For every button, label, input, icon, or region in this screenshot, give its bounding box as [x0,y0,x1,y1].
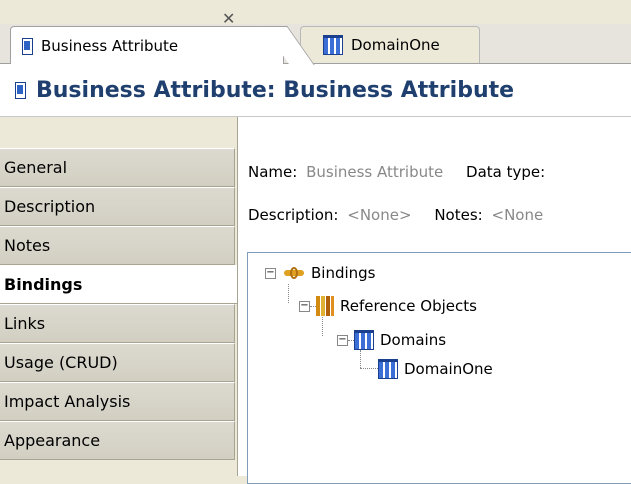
bindings-panel: Name: Business Attribute Data type: Desc… [237,117,631,484]
books-icon [316,296,334,316]
collapse-icon[interactable]: − [299,300,310,312]
tree-node-label: Bindings [311,264,376,282]
sidebar-item-links[interactable]: Links [0,304,235,343]
top-strip [0,0,631,24]
page-title: Business Attribute: Business Attribute [36,77,515,103]
bindings-tree[interactable]: − Bindings − Reference Objects − Domains… [247,252,631,484]
tab-domainone[interactable]: DomainOne [300,26,480,63]
tree-connector [288,284,289,303]
sidebar: General Description Notes Bindings Links… [0,117,237,476]
business-attribute-icon [14,81,26,99]
tree-node-reference-objects[interactable]: − Reference Objects [299,296,477,316]
notes-label: Notes: [434,206,483,224]
tree-node-bindings[interactable]: − Bindings [265,264,376,282]
tab-label: Business Attribute [41,36,179,55]
description-label: Description: [248,206,339,224]
tree-connector [360,350,361,368]
tree-connector [322,317,323,336]
collapse-icon[interactable]: − [337,334,348,346]
tree-node-label: Reference Objects [340,297,477,315]
name-value[interactable]: Business Attribute [306,163,443,181]
tree-node-label: DomainOne [404,360,493,378]
tab-label: DomainOne [351,36,440,54]
binding-icon [282,266,306,280]
domain-icon [323,35,343,55]
collapse-icon[interactable]: − [265,267,276,279]
tree-node-label: Domains [380,331,447,349]
name-label: Name: [248,163,298,181]
notes-value[interactable]: <None [492,206,544,224]
datatype-label: Data type: [466,163,546,181]
business-attribute-icon [21,37,33,55]
tab-business-attribute[interactable]: Business Attribute [10,26,284,64]
sidebar-item-notes[interactable]: Notes [0,226,235,265]
domain-icon [378,359,398,379]
sidebar-item-general[interactable]: General [0,148,235,187]
domain-icon [354,330,374,350]
description-row: Description: <None> Notes: <None [248,206,543,224]
sidebar-item-impact-analysis[interactable]: Impact Analysis [0,382,235,421]
tree-node-domains[interactable]: − Domains [337,330,446,350]
description-value[interactable]: <None> [347,206,411,224]
sidebar-item-usage-crud[interactable]: Usage (CRUD) [0,343,235,382]
sidebar-item-bindings[interactable]: Bindings [0,265,237,304]
close-tab-icon[interactable]: ✕ [222,9,235,28]
sidebar-item-description[interactable]: Description [0,187,235,226]
tree-node-domainone[interactable]: DomainOne [378,359,493,379]
name-row: Name: Business Attribute Data type: [248,163,545,181]
tree-connector [360,368,378,369]
editor-header: Business Attribute: Business Attribute [0,64,631,117]
sidebar-item-appearance[interactable]: Appearance [0,421,235,460]
